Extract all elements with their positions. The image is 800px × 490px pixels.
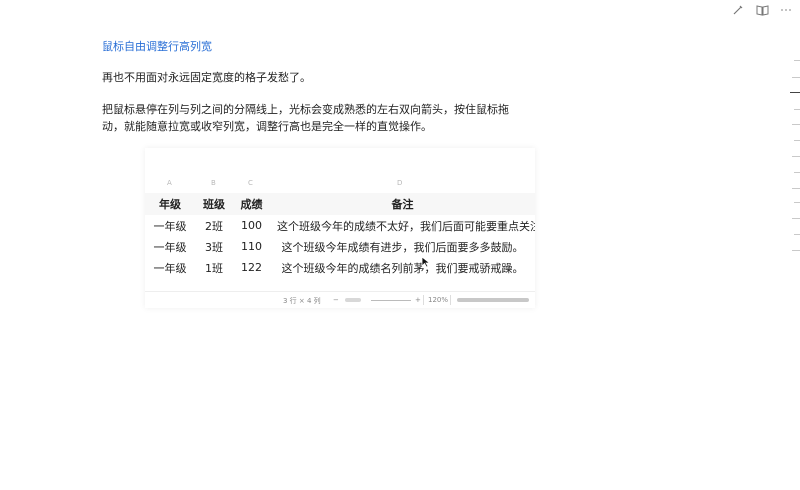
zoom-slider[interactable] <box>371 300 411 301</box>
header-score[interactable]: 成绩 <box>233 193 270 215</box>
zoom-in-button[interactable]: + <box>415 296 421 304</box>
paragraph-intro: 再也不用面对永远固定宽度的格子发愁了。 <box>102 71 311 84</box>
table-header-row: 年级 班级 成绩 备注 <box>145 193 535 215</box>
zoom-level: 120% <box>428 296 449 304</box>
cell-note[interactable]: 这个班级今年成绩有进步，我们后面要多多鼓励。 <box>270 236 535 257</box>
dimensions-label: 3 行 × 4 列 <box>283 297 321 305</box>
edit-icon[interactable] <box>732 4 746 18</box>
cell-class[interactable]: 2班 <box>195 215 233 236</box>
column-letter-row: A B C D <box>145 177 535 191</box>
cell-grade[interactable]: 一年级 <box>145 236 195 257</box>
divider <box>450 295 451 305</box>
cell-score[interactable]: 122 <box>233 257 270 278</box>
section-heading: 鼠标自由调整行高列宽 <box>102 40 212 53</box>
header-grade[interactable]: 年级 <box>145 193 195 215</box>
cell-grade[interactable]: 一年级 <box>145 257 195 278</box>
mouse-cursor-icon <box>421 256 431 268</box>
spreadsheet-embed[interactable]: A B C D 年级 班级 成绩 备注 一年级 2班 100 这个班级今年的成绩… <box>145 148 535 308</box>
cell-note[interactable]: 这个班级今年的成绩名列前茅，我们要戒骄戒躁。 <box>270 257 535 278</box>
table-row: 一年级 3班 110 这个班级今年成绩有进步，我们后面要多多鼓励。 <box>145 236 535 257</box>
col-letter-d[interactable]: D <box>397 179 402 187</box>
zoom-slider-handle[interactable] <box>345 298 361 302</box>
more-icon[interactable] <box>780 4 794 18</box>
col-letter-b[interactable]: B <box>211 179 216 187</box>
table-row: 一年级 1班 122 这个班级今年的成绩名列前茅，我们要戒骄戒躁。 <box>145 257 535 278</box>
header-note[interactable]: 备注 <box>270 193 535 215</box>
cell-grade[interactable]: 一年级 <box>145 215 195 236</box>
divider <box>423 295 424 305</box>
header-class[interactable]: 班级 <box>195 193 233 215</box>
cell-score[interactable]: 110 <box>233 236 270 257</box>
sheet-status-bar: 3 行 × 4 列 − + 120% <box>145 291 535 308</box>
table-row: 一年级 2班 100 这个班级今年的成绩不太好，我们后面可能要重点关注 <box>145 215 536 236</box>
cell-note[interactable]: 这个班级今年的成绩不太好，我们后面可能要重点关注 <box>277 215 535 236</box>
cell-class[interactable]: 3班 <box>195 236 233 257</box>
book-open-icon[interactable] <box>756 4 770 18</box>
horizontal-scrollbar[interactable] <box>457 298 529 302</box>
col-letter-a[interactable]: A <box>167 179 172 187</box>
col-letter-c[interactable]: C <box>248 179 253 187</box>
paragraph-description: 把鼠标悬停在列与列之间的分隔线上，光标会变成熟悉的左右双向箭头，按住鼠标拖动，就… <box>102 103 509 133</box>
top-toolbar <box>732 4 794 18</box>
cell-class[interactable]: 1班 <box>195 257 233 278</box>
zoom-out-button[interactable]: − <box>333 296 339 304</box>
cell-score[interactable]: 100 <box>233 215 270 236</box>
